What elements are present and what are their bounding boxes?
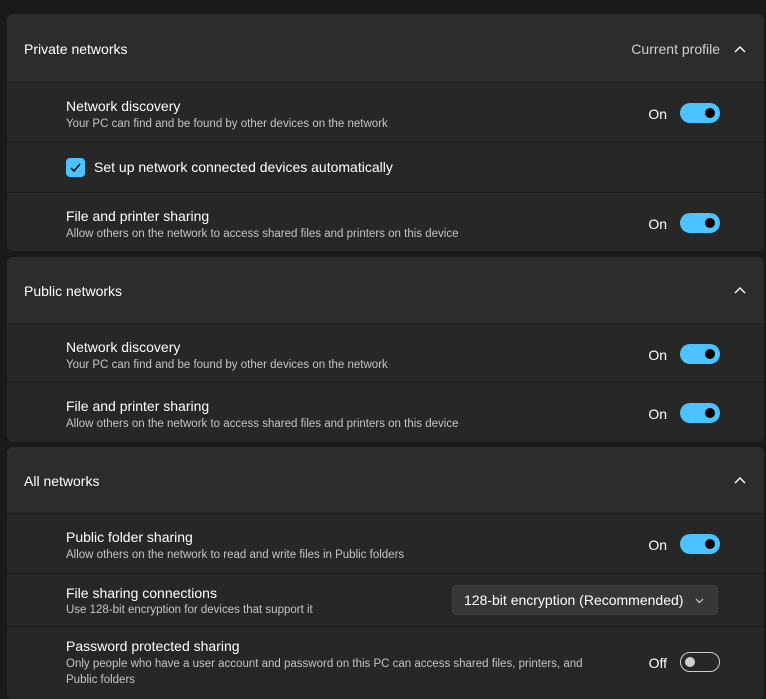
file-sharing-connections-desc: Use 128-bit encryption for devices that … — [66, 604, 313, 616]
checkmark-icon — [70, 163, 81, 173]
auto-setup-row: Set up network connected devices automat… — [7, 142, 764, 193]
public-folder-toggle[interactable] — [680, 534, 720, 554]
file-printer-desc: Allow others on the network to access sh… — [66, 418, 459, 430]
chevron-down-icon — [695, 598, 704, 604]
private-file-printer-row: File and printer sharing Allow others on… — [7, 192, 764, 251]
public-network-discovery-row: Network discovery Your PC can find and b… — [7, 323, 764, 383]
private-network-discovery-toggle[interactable] — [680, 103, 720, 123]
private-networks-section: Private networks Current profile Network… — [7, 14, 764, 251]
network-discovery-state: On — [648, 347, 667, 363]
network-discovery-state: On — [648, 106, 667, 122]
chevron-up-icon[interactable] — [733, 473, 747, 487]
private-networks-title: Private networks — [24, 41, 128, 57]
chevron-up-icon[interactable] — [733, 283, 747, 297]
file-printer-state: On — [648, 406, 667, 422]
toggle-knob — [705, 539, 715, 549]
network-discovery-title: Network discovery — [66, 98, 181, 114]
all-networks-title: All networks — [24, 473, 100, 489]
private-file-printer-toggle[interactable] — [680, 213, 720, 233]
file-printer-desc: Allow others on the network to access sh… — [66, 228, 459, 240]
network-discovery-desc: Your PC can find and be found by other d… — [66, 118, 388, 130]
encryption-dropdown-value: 128-bit encryption (Recommended) — [464, 592, 684, 608]
public-folder-sharing-row: Public folder sharing Allow others on th… — [7, 513, 764, 574]
password-sharing-desc-line2: Public folders — [66, 674, 136, 686]
settings-page: Private networks Current profile Network… — [0, 0, 766, 699]
public-networks-section: Public networks Network discovery Your P… — [7, 257, 764, 442]
password-sharing-state: Off — [648, 655, 667, 671]
password-sharing-desc-line1: Only people who have a user account and … — [66, 658, 583, 670]
current-profile-label: Current profile — [631, 41, 720, 57]
public-file-printer-toggle[interactable] — [680, 403, 720, 423]
password-sharing-title: Password protected sharing — [66, 638, 240, 654]
auto-setup-checkbox[interactable] — [66, 158, 85, 177]
toggle-knob — [705, 349, 715, 359]
encryption-dropdown[interactable]: 128-bit encryption (Recommended) — [452, 585, 718, 615]
all-networks-section: All networks Public folder sharing Allow… — [7, 447, 764, 699]
public-folder-state: On — [648, 537, 667, 553]
toggle-knob — [705, 218, 715, 228]
public-file-printer-row: File and printer sharing Allow others on… — [7, 382, 764, 442]
toggle-knob — [705, 408, 715, 418]
public-folder-title: Public folder sharing — [66, 529, 193, 545]
file-printer-state: On — [648, 216, 667, 232]
network-discovery-desc: Your PC can find and be found by other d… — [66, 359, 388, 371]
password-protected-sharing-row: Password protected sharing Only people w… — [7, 626, 764, 699]
toggle-knob — [685, 657, 695, 667]
toggle-knob — [705, 108, 715, 118]
file-printer-title: File and printer sharing — [66, 398, 210, 414]
private-network-discovery-row: Network discovery Your PC can find and b… — [7, 82, 764, 143]
auto-setup-label: Set up network connected devices automat… — [94, 159, 393, 175]
public-network-discovery-toggle[interactable] — [680, 344, 720, 364]
file-sharing-connections-title: File sharing connections — [66, 585, 217, 601]
network-discovery-title: Network discovery — [66, 339, 181, 355]
file-sharing-connections-row: File sharing connections Use 128-bit enc… — [7, 573, 764, 627]
public-networks-header[interactable]: Public networks — [7, 257, 764, 323]
private-networks-header[interactable]: Private networks Current profile — [7, 14, 764, 82]
public-folder-desc: Allow others on the network to read and … — [66, 549, 405, 561]
password-sharing-toggle[interactable] — [680, 652, 720, 672]
all-networks-header[interactable]: All networks — [7, 447, 764, 513]
chevron-up-icon[interactable] — [733, 42, 747, 56]
file-printer-title: File and printer sharing — [66, 208, 210, 224]
public-networks-title: Public networks — [24, 283, 123, 299]
